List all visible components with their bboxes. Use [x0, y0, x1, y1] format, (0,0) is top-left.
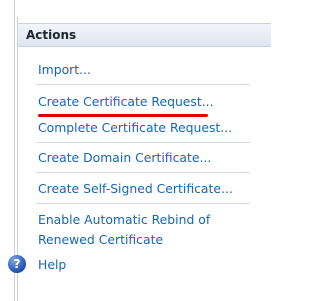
complete-certificate-request-link[interactable]: Complete Certificate Request...: [38, 120, 232, 135]
red-underline-annotation: [38, 114, 208, 117]
create-certificate-request-link[interactable]: Create Certificate Request...: [38, 94, 214, 109]
import-link[interactable]: Import...: [38, 62, 91, 77]
separator: [36, 172, 250, 173]
help-icon: ?: [8, 255, 26, 273]
help-link[interactable]: Help: [38, 257, 66, 272]
actions-header: Actions: [18, 23, 271, 47]
separator: [36, 203, 250, 204]
actions-title: Actions: [26, 28, 77, 42]
separator: [36, 142, 250, 143]
enable-automatic-rebind-link[interactable]: Enable Automatic Rebind of Renewed Certi…: [38, 210, 238, 250]
create-domain-certificate-link[interactable]: Create Domain Certificate...: [38, 150, 211, 165]
top-band: [15, 0, 271, 17]
create-self-signed-certificate-link[interactable]: Create Self-Signed Certificate...: [38, 181, 233, 196]
separator: [36, 84, 250, 85]
